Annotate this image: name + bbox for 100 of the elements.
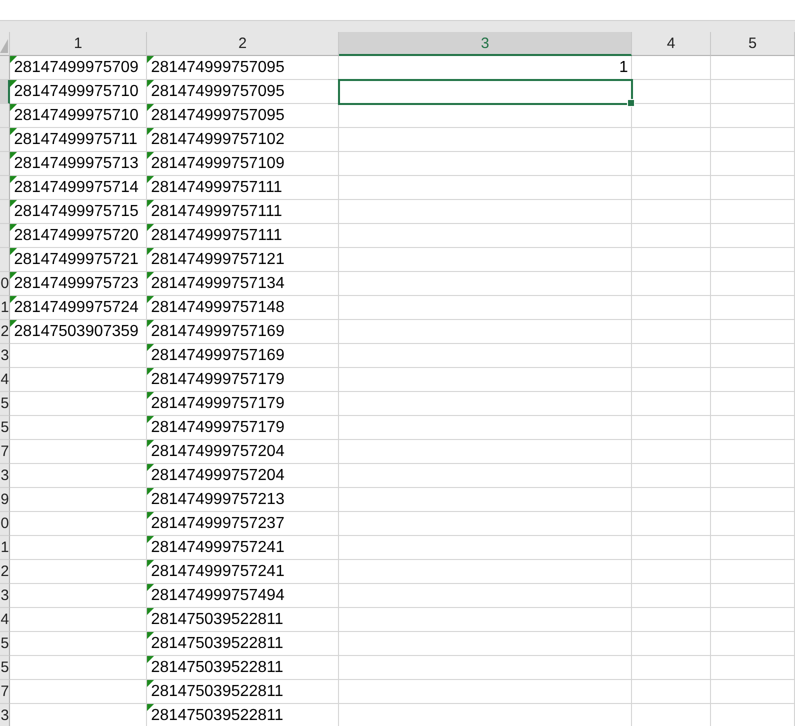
table-cell[interactable]: 281474999757109	[147, 152, 339, 176]
table-cell[interactable]	[632, 224, 711, 248]
table-cell[interactable]	[339, 656, 632, 680]
table-cell[interactable]	[339, 440, 632, 464]
column-header[interactable]: 1	[10, 32, 147, 56]
table-cell[interactable]	[711, 200, 795, 224]
table-cell[interactable]: 281474999757111	[147, 200, 339, 224]
table-cell[interactable]	[10, 440, 147, 464]
table-cell[interactable]	[711, 272, 795, 296]
table-cell[interactable]	[339, 344, 632, 368]
row-header[interactable]: 5	[0, 632, 10, 656]
table-cell[interactable]	[711, 368, 795, 392]
row-header[interactable]: 3	[0, 464, 10, 488]
table-cell[interactable]	[10, 392, 147, 416]
row-header[interactable]: 2	[0, 560, 10, 584]
table-cell[interactable]	[339, 608, 632, 632]
row-header[interactable]: 9	[0, 488, 10, 512]
table-cell[interactable]: 281474999757134	[147, 272, 339, 296]
table-cell[interactable]	[632, 464, 711, 488]
row-header[interactable]: 4	[0, 368, 10, 392]
row-header[interactable]	[0, 56, 10, 80]
table-cell[interactable]: 281474999757121	[147, 248, 339, 272]
table-cell[interactable]: 281474999757179	[147, 368, 339, 392]
table-cell[interactable]	[339, 128, 632, 152]
table-cell[interactable]	[711, 632, 795, 656]
table-cell[interactable]	[711, 248, 795, 272]
row-header[interactable]: 2	[0, 320, 10, 344]
table-cell[interactable]	[632, 368, 711, 392]
table-cell[interactable]: 281474999757095	[147, 80, 339, 104]
table-cell[interactable]	[632, 104, 711, 128]
table-cell[interactable]: 28147503907359	[10, 320, 147, 344]
table-cell[interactable]: 281474999757102	[147, 128, 339, 152]
table-cell[interactable]	[339, 464, 632, 488]
table-cell[interactable]	[339, 224, 632, 248]
table-cell[interactable]	[339, 248, 632, 272]
table-cell[interactable]	[632, 392, 711, 416]
table-cell[interactable]	[632, 128, 711, 152]
table-cell[interactable]: 281475039522811	[147, 680, 339, 704]
table-cell[interactable]	[632, 656, 711, 680]
table-cell[interactable]	[632, 344, 711, 368]
table-cell[interactable]	[10, 656, 147, 680]
table-cell[interactable]: 281474999757169	[147, 344, 339, 368]
table-cell[interactable]	[10, 680, 147, 704]
table-cell[interactable]	[632, 440, 711, 464]
table-cell[interactable]	[339, 536, 632, 560]
table-cell[interactable]	[339, 200, 632, 224]
table-cell[interactable]	[711, 440, 795, 464]
table-cell[interactable]: 1	[339, 56, 632, 80]
row-header[interactable]	[0, 248, 10, 272]
table-cell[interactable]	[339, 296, 632, 320]
table-cell[interactable]	[339, 320, 632, 344]
table-cell[interactable]	[711, 512, 795, 536]
table-cell[interactable]	[632, 536, 711, 560]
table-cell[interactable]	[632, 200, 711, 224]
row-header[interactable]	[0, 80, 10, 104]
table-cell[interactable]	[711, 680, 795, 704]
table-cell[interactable]: 28147499975713	[10, 152, 147, 176]
table-cell[interactable]	[711, 536, 795, 560]
row-header[interactable]: 0	[0, 512, 10, 536]
table-cell[interactable]	[632, 632, 711, 656]
table-cell[interactable]	[10, 632, 147, 656]
table-cell[interactable]: 281474999757169	[147, 320, 339, 344]
table-cell[interactable]: 28147499975710	[10, 104, 147, 128]
table-cell[interactable]	[711, 224, 795, 248]
table-cell[interactable]	[632, 56, 711, 80]
table-cell[interactable]	[711, 416, 795, 440]
table-cell[interactable]: 281474999757204	[147, 440, 339, 464]
table-cell[interactable]: 28147499975714	[10, 176, 147, 200]
table-cell[interactable]	[10, 416, 147, 440]
table-cell[interactable]	[711, 152, 795, 176]
row-header[interactable]	[0, 128, 10, 152]
table-cell[interactable]: 281474999757204	[147, 464, 339, 488]
table-cell[interactable]	[339, 416, 632, 440]
table-cell[interactable]: 281475039522811	[147, 608, 339, 632]
row-header[interactable]: 5	[0, 656, 10, 680]
table-cell[interactable]	[632, 296, 711, 320]
table-cell[interactable]: 281475039522811	[147, 704, 339, 726]
column-header[interactable]: 4	[632, 32, 711, 56]
table-cell[interactable]	[10, 488, 147, 512]
table-cell[interactable]	[711, 488, 795, 512]
table-cell[interactable]: 281474999757148	[147, 296, 339, 320]
table-cell[interactable]	[632, 320, 711, 344]
row-header[interactable]	[0, 224, 10, 248]
table-cell[interactable]: 281475039522811	[147, 656, 339, 680]
table-cell[interactable]: 281474999757213	[147, 488, 339, 512]
table-cell[interactable]	[711, 128, 795, 152]
table-cell[interactable]	[632, 416, 711, 440]
row-header[interactable]: 1	[0, 296, 10, 320]
table-cell[interactable]	[10, 608, 147, 632]
table-cell[interactable]	[711, 176, 795, 200]
table-cell[interactable]	[339, 632, 632, 656]
table-cell[interactable]	[711, 56, 795, 80]
table-cell[interactable]: 281474999757241	[147, 560, 339, 584]
table-cell[interactable]	[711, 584, 795, 608]
fill-handle[interactable]	[627, 99, 635, 107]
table-cell[interactable]: 28147499975723	[10, 272, 147, 296]
column-header[interactable]: 3	[339, 32, 632, 56]
table-cell[interactable]	[711, 392, 795, 416]
table-cell[interactable]: 281474999757095	[147, 56, 339, 80]
table-cell[interactable]	[632, 560, 711, 584]
